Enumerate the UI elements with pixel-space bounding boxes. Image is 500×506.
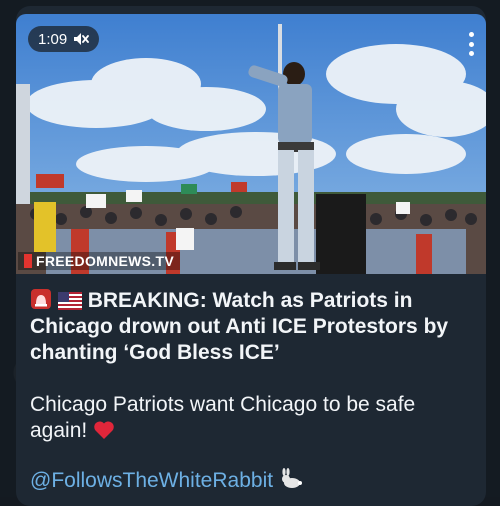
red-heart-icon <box>94 421 114 439</box>
handle-paragraph: @FollowsTheWhiteRabbit <box>30 468 475 494</box>
body-text: Chicago Patriots want Chicago to be safe… <box>30 393 416 442</box>
speaker-muted-icon[interactable] <box>73 32 90 46</box>
watermark-text: FREEDOMNEWS.TV <box>36 253 174 269</box>
message-text: BREAKING: Watch as Patriots in Chicago d… <box>30 288 475 494</box>
video-time: 1:09 <box>38 30 68 48</box>
video-frame <box>16 14 486 274</box>
us-flag-icon <box>57 292 82 310</box>
more-vertical-icon[interactable] <box>468 32 474 56</box>
rabbit-icon <box>281 468 302 488</box>
headline-text: BREAKING: Watch as Patriots in Chicago d… <box>30 289 449 364</box>
headline-paragraph: BREAKING: Watch as Patriots in Chicago d… <box>30 288 475 366</box>
siren-icon <box>31 289 51 309</box>
message-bubble: 1:09 FREEDOMNEWS.TV BREAKING: Watch as P… <box>16 6 486 506</box>
body-paragraph: Chicago Patriots want Chicago to be safe… <box>30 392 475 444</box>
channel-handle-link[interactable]: @FollowsTheWhiteRabbit <box>30 469 273 492</box>
video-duration-badge[interactable]: 1:09 <box>28 26 100 52</box>
video-player[interactable]: 1:09 FREEDOMNEWS.TV <box>16 14 486 274</box>
video-watermark: FREEDOMNEWS.TV <box>18 252 180 270</box>
